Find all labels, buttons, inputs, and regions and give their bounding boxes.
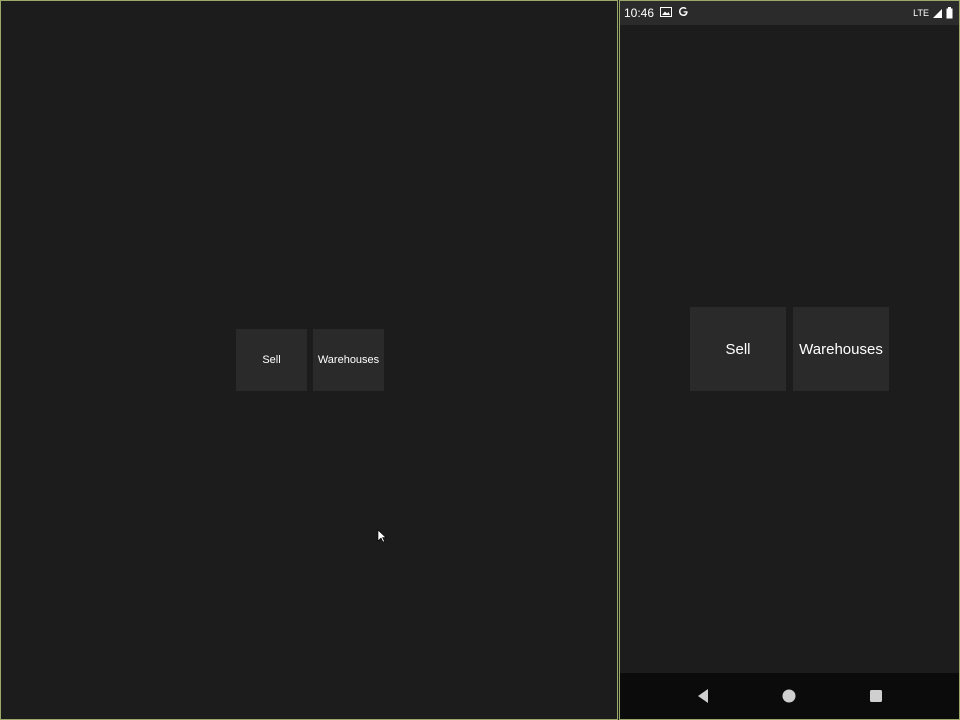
home-nav-button[interactable] xyxy=(777,684,801,708)
android-nav-bar xyxy=(620,673,959,719)
warehouses-button[interactable]: Warehouses xyxy=(313,329,384,391)
sell-button-label: Sell xyxy=(262,354,281,366)
warehouses-button-mobile[interactable]: Warehouses xyxy=(793,307,889,391)
google-notification-icon xyxy=(678,6,689,20)
screen: Sell Warehouses 10:46 LTE Sell Warehouse… xyxy=(0,0,960,720)
mouse-cursor-icon xyxy=(377,529,387,543)
sell-button-mobile-label: Sell xyxy=(725,340,751,358)
back-triangle-icon xyxy=(698,689,709,703)
status-bar: 10:46 LTE xyxy=(620,1,959,25)
network-type: LTE xyxy=(913,8,929,18)
status-time: 10:46 xyxy=(624,6,655,20)
recents-square-icon xyxy=(869,690,882,702)
battery-icon xyxy=(946,7,953,19)
image-notification-icon xyxy=(660,6,673,20)
back-nav-button[interactable] xyxy=(691,684,715,708)
home-circle-icon xyxy=(782,689,796,703)
sell-button[interactable]: Sell xyxy=(236,329,307,391)
sell-button-mobile[interactable]: Sell xyxy=(690,307,786,391)
warehouses-button-label: Warehouses xyxy=(317,354,380,366)
phone-emulator: 10:46 LTE Sell Warehouses xyxy=(619,0,960,720)
recents-nav-button[interactable] xyxy=(864,684,888,708)
desktop-window: Sell Warehouses xyxy=(0,0,618,720)
signal-icon xyxy=(933,8,942,18)
status-right-icons: LTE xyxy=(913,7,953,19)
warehouses-button-mobile-label: Warehouses xyxy=(799,340,883,358)
